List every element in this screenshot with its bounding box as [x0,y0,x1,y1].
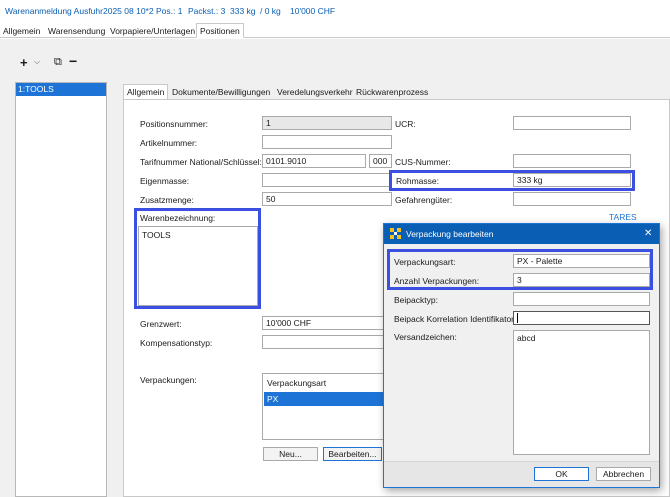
edit-button[interactable]: Bearbeiten... [323,447,382,461]
tab-vorpapiere[interactable]: Vorpapiere/Unterlagen [107,24,198,38]
kompensationstyp-field[interactable] [262,335,387,349]
positionsnummer-field: 1 [262,116,392,130]
versandzeichen-field[interactable]: abcd [513,330,650,455]
table-row[interactable]: PX [264,392,386,406]
cancel-button[interactable]: Abbrechen [596,467,651,481]
kompensationstyp-label: Kompensationstyp: [140,338,213,348]
tares-link[interactable]: TARES [609,212,637,222]
beipacktyp-label: Beipacktyp: [394,295,438,305]
declaration-number: 2025 08 10*2 [103,6,154,16]
tab-positionen[interactable]: Positionen [196,23,244,38]
eigenmasse-field[interactable] [262,173,392,187]
sub-tab-bar: Allgemein Dokumente/Bewilligungen Verede… [123,84,670,100]
total-value: 10'000 CHF [290,6,336,16]
subtab-allgemein[interactable]: Allgemein [123,84,169,100]
gross-weight: 333 kg [230,6,256,16]
verpackungsart-label: Verpackungsart: [394,257,456,267]
app-icon [390,228,401,239]
eigenmasse-label: Eigenmasse: [140,176,190,186]
verpackungen-cell: PX [267,394,279,404]
net-weight: / 0 kg [260,6,281,16]
rohmasse-field[interactable]: 333 kg [513,173,631,187]
positionsnummer-label: Positionsnummer: [140,119,209,129]
warenbezeichnung-label: Warenbezeichnung: [140,213,216,223]
ok-button[interactable]: OK [534,467,589,481]
anzahl-field[interactable]: 3 [513,273,650,287]
verpackungsart-field[interactable]: PX - Palette [513,254,650,268]
versandzeichen-label: Versandzeichen: [394,332,457,342]
artikelnummer-field[interactable] [262,135,392,149]
copy-icon[interactable]: ⧉ [54,56,62,69]
tab-warensendung[interactable]: Warensendung [45,24,108,38]
verpackung-dialog: Verpackung bearbeiten ✕ Verpackungsart: … [383,223,660,488]
text-cursor [517,313,518,323]
versandzeichen-text: abcd [517,333,536,343]
verpackungen-label: Verpackungen: [140,375,197,385]
position-list: 1:TOOLS [15,82,107,497]
dialog-title-bar: Verpackung bearbeiten ✕ [384,224,659,244]
subtab-veredelung[interactable]: Veredelungsverkehr [274,85,356,99]
grenzwert-field[interactable]: 10'000 CHF [262,316,387,330]
package-count: Packst.: 3 [188,6,226,16]
beipack-korrelation-label: Beipack Korrelation Identifikator: [394,314,517,324]
window-header: Warenanmeldung Ausfuhr 2025 08 10*2 Pos.… [0,0,670,22]
cus-label: CUS-Nummer: [395,157,451,167]
tab-allgemein[interactable]: Allgemein [0,24,43,38]
remove-icon[interactable]: − [69,53,77,69]
warenbezeichnung-field[interactable]: TOOLS [138,226,258,306]
subtab-rueckware[interactable]: Rückwarenprozess [353,85,431,99]
tarif-label: Tarifnummer National/Schlüssel: [140,157,262,167]
grenzwert-label: Grenzwert: [140,319,182,329]
zusatzmenge-label: Zusatzmenge: [140,195,194,205]
anzahl-label: Anzahl Verpackungen: [394,276,480,286]
tarif-key-field[interactable]: 000 [369,154,392,168]
beipack-korrelation-field[interactable] [513,311,650,325]
main-tab-bar: Allgemein Warensendung Vorpapiere/Unterl… [0,23,670,38]
artikelnummer-label: Artikelnummer: [140,138,198,148]
position-count: Pos.: 1 [156,6,183,16]
verpackungen-column-header[interactable]: Verpackungsart [267,378,326,388]
gefahrengueter-field[interactable] [513,192,631,206]
tarif-field[interactable]: 0101.9010 [262,154,366,168]
chevron-down-icon[interactable]: ⌵ [34,57,40,67]
beipacktyp-field[interactable] [513,292,650,306]
dialog-title: Verpackung bearbeiten [406,229,494,239]
ucr-field[interactable] [513,116,631,130]
verpackungen-table: Verpackungsart PX [262,373,387,440]
warenbezeichnung-text: TOOLS [142,230,171,240]
ucr-label: UCR: [395,119,416,129]
list-item[interactable]: 1:TOOLS [16,83,106,96]
subtab-dokumente[interactable]: Dokumente/Bewilligungen [169,85,273,99]
close-icon[interactable]: ✕ [644,228,652,239]
new-button[interactable]: Neu... [263,447,318,461]
zusatzmenge-field[interactable]: 50 [262,192,392,206]
gefahrengueter-label: Gefahrengüter: [395,195,453,205]
window-title: Warenanmeldung Ausfuhr [5,6,103,16]
rohmasse-label: Rohmasse: [396,176,439,186]
add-icon[interactable]: + [20,55,28,70]
cus-field[interactable] [513,154,631,168]
